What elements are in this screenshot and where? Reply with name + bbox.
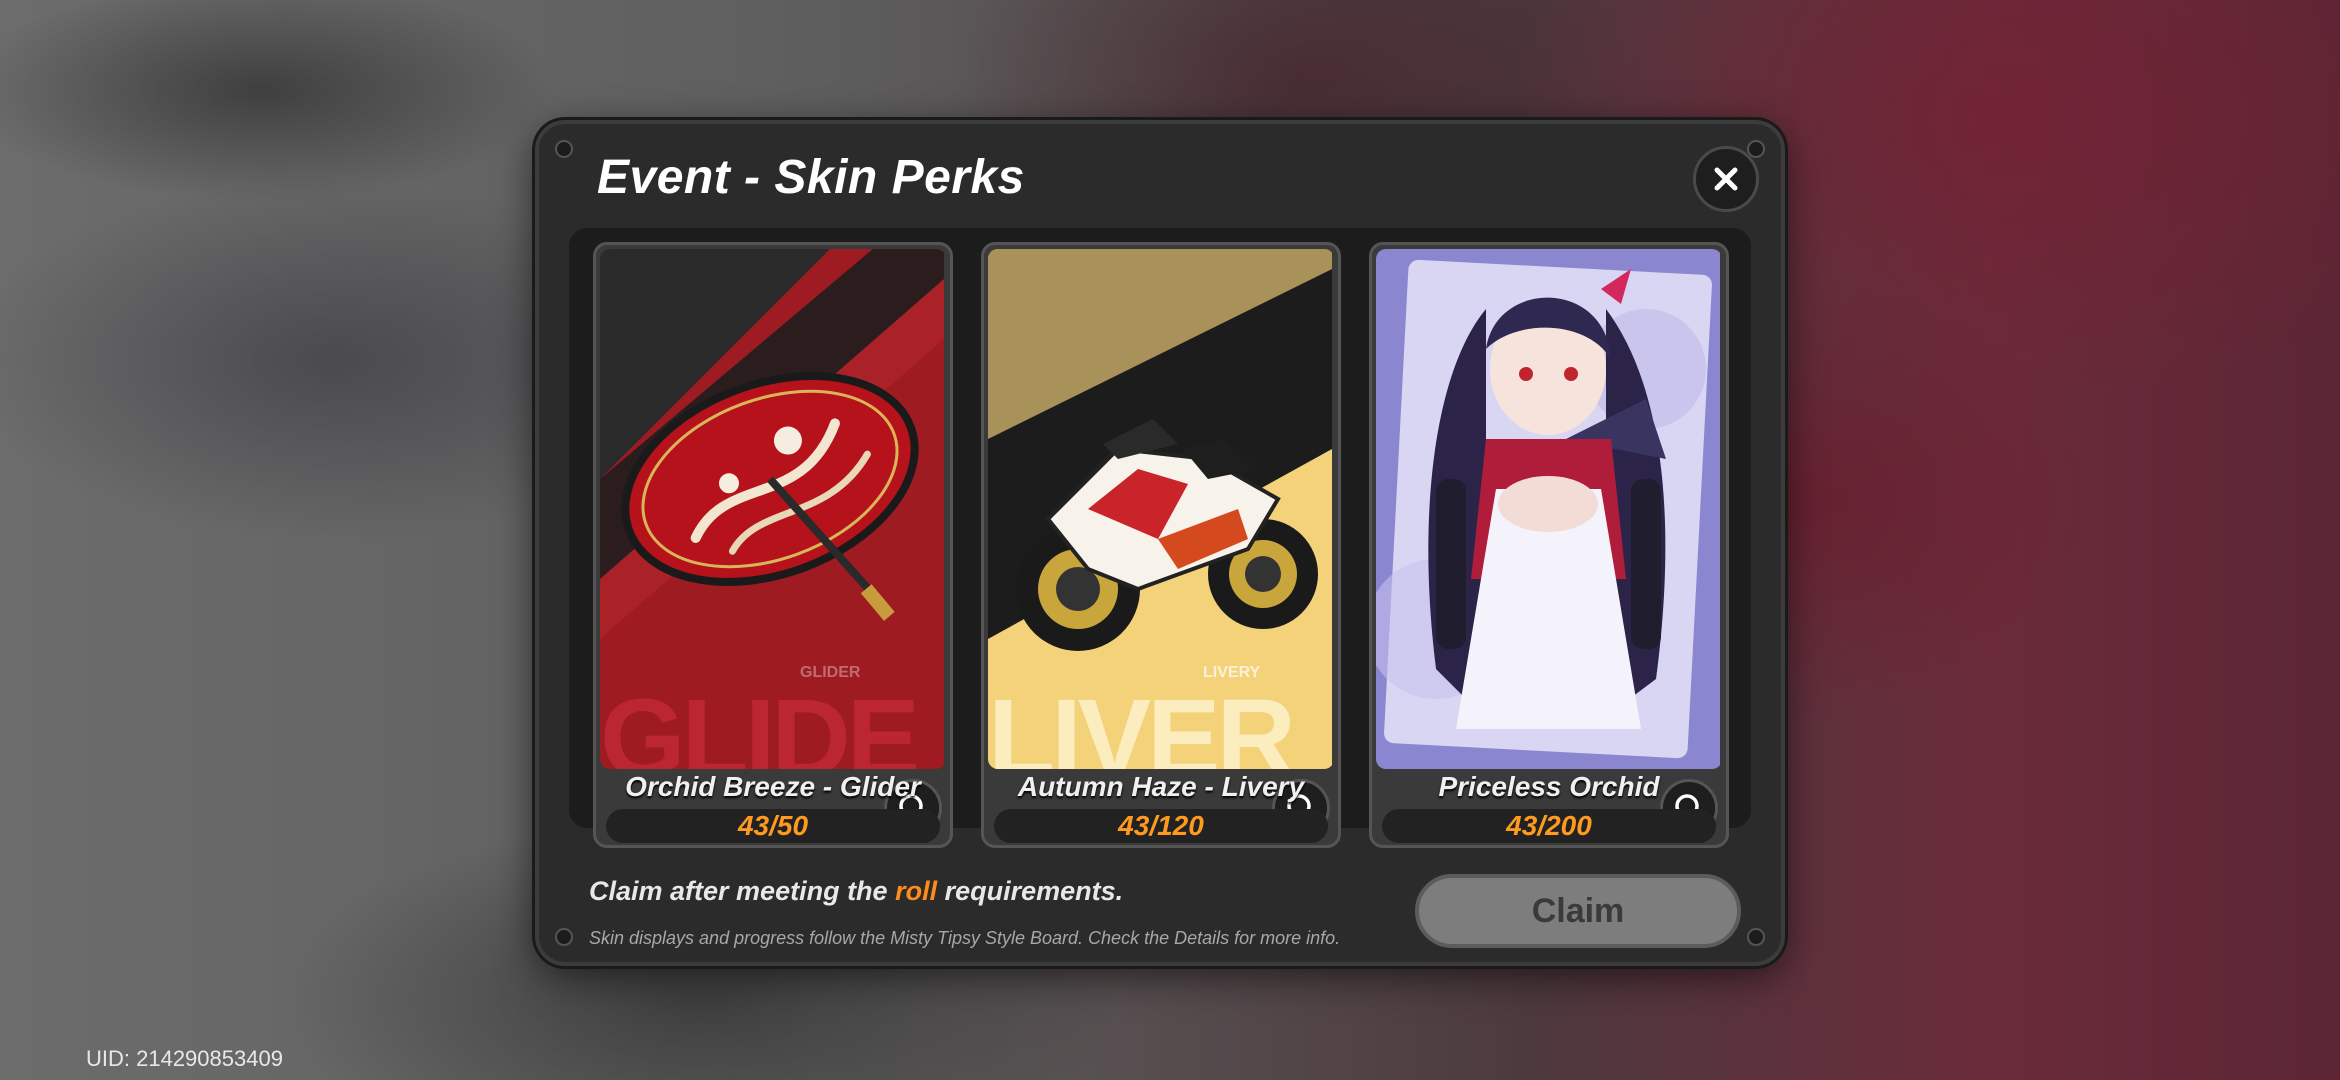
character-artwork [1376,249,1722,769]
perk-cards-panel: GLIDER GLIDE Orchid Breeze - Glider 43/5… [569,228,1751,848]
perk-progress: 43/50 [606,809,940,843]
close-icon [1714,167,1738,191]
hint-prefix: Claim after meeting the [589,876,896,906]
perk-card-livery[interactable]: LIVERY LIVER Autumn Haze - Livery 43/120 [981,242,1341,848]
close-button[interactable] [1693,146,1759,212]
claim-hint: Claim after meeting the roll requirement… [589,876,1123,907]
corner-bolt [1747,928,1765,946]
hint-highlight: roll [895,876,938,906]
livery-artwork: LIVERY LIVER [988,249,1334,769]
uid-label: UID: 214290853409 [86,1046,283,1071]
type-watermark: LIVER [988,677,1296,770]
dialog-title: Event - Skin Perks [597,151,1025,204]
hint-suffix: requirements. [937,876,1124,906]
claim-button[interactable]: Claim [1415,874,1741,948]
glider-artwork: GLIDER GLIDE [600,249,946,769]
perk-card-outfit[interactable]: Priceless Orchid 43/200 [1369,242,1729,848]
perk-name: Priceless Orchid [1438,771,1660,802]
type-watermark: GLIDE [600,677,920,770]
corner-bolt [555,140,573,158]
perk-progress: 43/200 [1382,809,1716,843]
perk-card-glider[interactable]: GLIDER GLIDE Orchid Breeze - Glider 43/5… [593,242,953,848]
progress-subnote: Skin displays and progress follow the Mi… [589,928,1341,948]
perk-name: Orchid Breeze - Glider [625,771,921,802]
corner-bolt [555,928,573,946]
perk-name: Autumn Haze - Livery [1017,771,1305,802]
perk-progress: 43/120 [994,809,1328,843]
skin-perks-dialog: Event - Skin Perks GLIDER GLIDE Orchid B… [535,120,1785,966]
